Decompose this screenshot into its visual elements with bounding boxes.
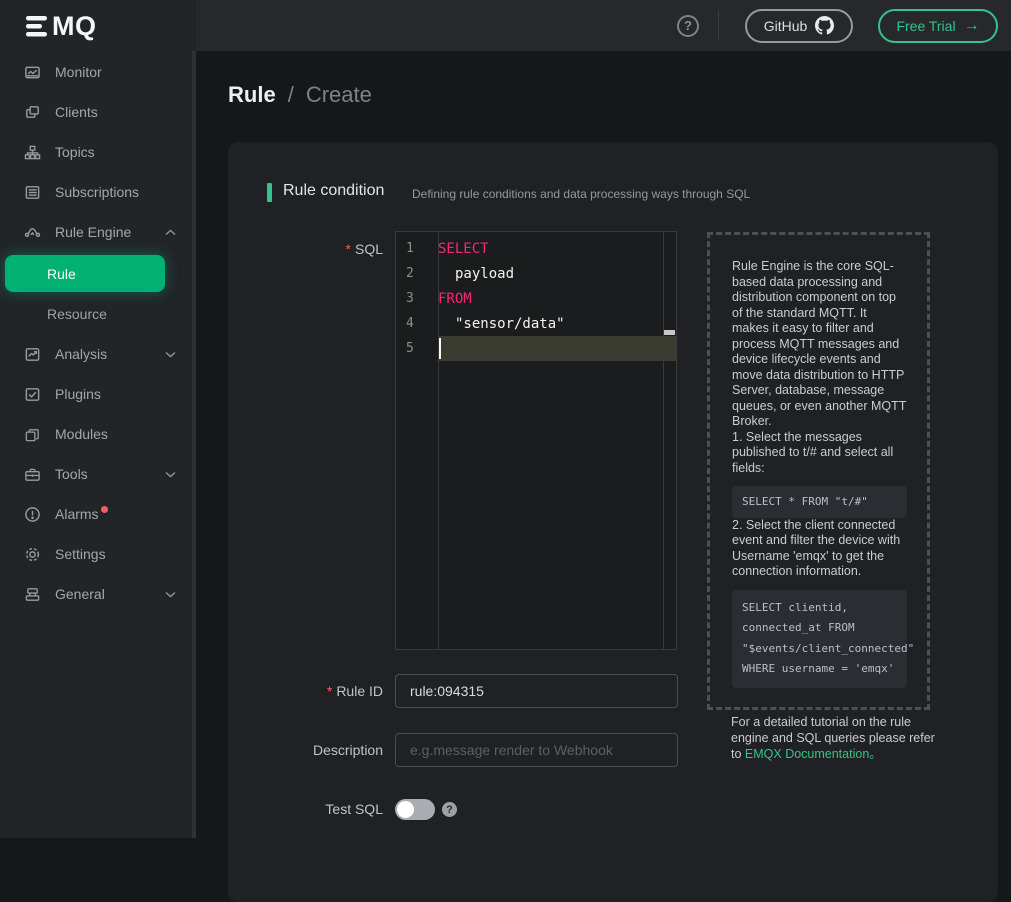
sql-label: *SQL [228, 241, 383, 257]
emq-logo-bars-icon [25, 13, 49, 40]
help-icon[interactable]: ? [677, 15, 699, 37]
sidebar-item-alarms[interactable]: Alarms [0, 494, 196, 534]
sidebar-item-general[interactable]: General [0, 574, 196, 614]
emqx-documentation-link[interactable]: EMQX Documentation [745, 747, 869, 761]
sidebar-item-settings[interactable]: Settings [0, 534, 196, 574]
subscriptions-icon [24, 184, 41, 201]
clients-icon [24, 104, 41, 121]
section-title: Rule condition [283, 182, 384, 200]
sidebar-item-label: Tools [55, 466, 88, 482]
text-cursor [439, 338, 441, 359]
description-label: Description [228, 733, 383, 767]
sidebar-item-plugins[interactable]: Plugins [0, 374, 196, 414]
tools-icon [24, 466, 41, 483]
sidebar-item-clients[interactable]: Clients [0, 92, 196, 132]
breadcrumb-separator: / [288, 82, 294, 108]
topics-icon [24, 144, 41, 161]
sidebar-item-analysis[interactable]: Analysis [0, 334, 196, 374]
editor-scrollbar-thumb[interactable] [664, 330, 675, 335]
sidebar-item-label: General [55, 586, 105, 602]
rule-id-input[interactable] [395, 674, 678, 708]
rule-engine-help-panel: Rule Engine is the core SQL-based data p… [707, 232, 930, 710]
sidebar: MQ Monitor Clients [0, 0, 196, 838]
sidebar-item-modules[interactable]: Modules [0, 414, 196, 454]
editor-lines: 1 SELECT 2 payload 3 FROM 4 "sensor/data… [396, 236, 663, 361]
sidebar-item-label: Settings [55, 546, 106, 562]
sidebar-item-label: Topics [55, 144, 95, 160]
alarm-badge [101, 506, 108, 513]
sidebar-item-label: Rule [47, 266, 76, 282]
toggle-knob [397, 801, 414, 818]
modules-icon [24, 426, 41, 443]
topbar: ? GitHub Free Trial → [196, 0, 1011, 51]
main-content: Rule / Create Rule condition Defining ru… [196, 51, 1011, 838]
test-sql-label: Test SQL [228, 794, 383, 824]
logo-text: MQ [52, 11, 97, 42]
github-label: GitHub [764, 18, 808, 34]
monitor-icon [24, 64, 41, 81]
rule-engine-icon [24, 224, 41, 241]
sidebar-item-tools[interactable]: Tools [0, 454, 196, 494]
github-button[interactable]: GitHub [745, 9, 853, 43]
sidebar-item-label: Analysis [55, 346, 107, 362]
free-trial-label: Free Trial [896, 18, 955, 34]
test-sql-toggle[interactable] [395, 799, 435, 820]
free-trial-button[interactable]: Free Trial → [878, 9, 998, 43]
analysis-icon [24, 346, 41, 363]
sidebar-item-resource[interactable]: Resource [0, 294, 196, 334]
sql-line: 2 payload [396, 261, 663, 286]
chevron-down-icon [165, 351, 176, 358]
help-intro: Rule Engine is the core SQL-based data p… [732, 259, 907, 430]
sidebar-item-label: Plugins [55, 386, 101, 402]
arrow-right-icon: → [964, 17, 980, 35]
breadcrumb: Rule / Create [228, 82, 372, 108]
chevron-down-icon [165, 471, 176, 478]
sql-line: 4 "sensor/data" [396, 311, 663, 336]
sql-line-active: 5 [396, 336, 663, 361]
sidebar-item-rule-engine[interactable]: Rule Engine [0, 212, 196, 252]
gear-icon [24, 546, 41, 563]
emqx-logo[interactable]: MQ [0, 0, 196, 52]
sql-line: 3 FROM [396, 286, 663, 311]
help-code-example-2: SELECT clientid, connected_at FROM "$eve… [732, 590, 907, 688]
sidebar-item-label: Modules [55, 426, 108, 442]
sidebar-item-label: Subscriptions [55, 184, 139, 200]
sidebar-menu: Monitor Clients Topics [0, 52, 196, 614]
github-icon [815, 16, 834, 35]
section-accent-bar [267, 183, 272, 202]
sidebar-item-topics[interactable]: Topics [0, 132, 196, 172]
sidebar-item-label: Alarms [55, 506, 99, 522]
general-icon [24, 586, 41, 603]
test-sql-help-icon[interactable]: ? [442, 802, 457, 817]
help-step-2: 2. Select the client connected event and… [732, 518, 907, 580]
sql-code-editor[interactable]: 1 SELECT 2 payload 3 FROM 4 "sensor/data… [395, 231, 677, 650]
editor-scrollbar[interactable] [663, 232, 676, 649]
sidebar-item-label: Clients [55, 104, 98, 120]
rule-id-label: *Rule ID [228, 674, 383, 708]
sidebar-item-label: Rule Engine [55, 224, 131, 240]
sidebar-item-rule[interactable]: Rule [5, 255, 165, 292]
sidebar-item-label: Monitor [55, 64, 102, 80]
alarms-icon [24, 506, 41, 523]
breadcrumb-rule[interactable]: Rule [228, 82, 276, 108]
help-step-1: 1. Select the messages published to t/# … [732, 430, 907, 477]
topbar-divider [718, 11, 719, 41]
description-input[interactable] [395, 733, 678, 767]
plugins-icon [24, 386, 41, 403]
chevron-down-icon [165, 591, 176, 598]
sidebar-item-label: Resource [47, 306, 107, 322]
sidebar-scrollbar[interactable] [192, 51, 196, 838]
rule-create-card: Rule condition Defining rule conditions … [228, 142, 998, 902]
sidebar-item-monitor[interactable]: Monitor [0, 52, 196, 92]
help-code-example-1: SELECT * FROM "t/#" [732, 486, 907, 518]
breadcrumb-current: Create [306, 82, 372, 108]
sidebar-item-subscriptions[interactable]: Subscriptions [0, 172, 196, 212]
chevron-up-icon [165, 229, 176, 236]
active-line-highlight [438, 336, 676, 361]
help-footer: For a detailed tutorial on the rule engi… [731, 714, 936, 762]
section-subtitle: Defining rule conditions and data proces… [412, 187, 750, 201]
sql-line: 1 SELECT [396, 236, 663, 261]
